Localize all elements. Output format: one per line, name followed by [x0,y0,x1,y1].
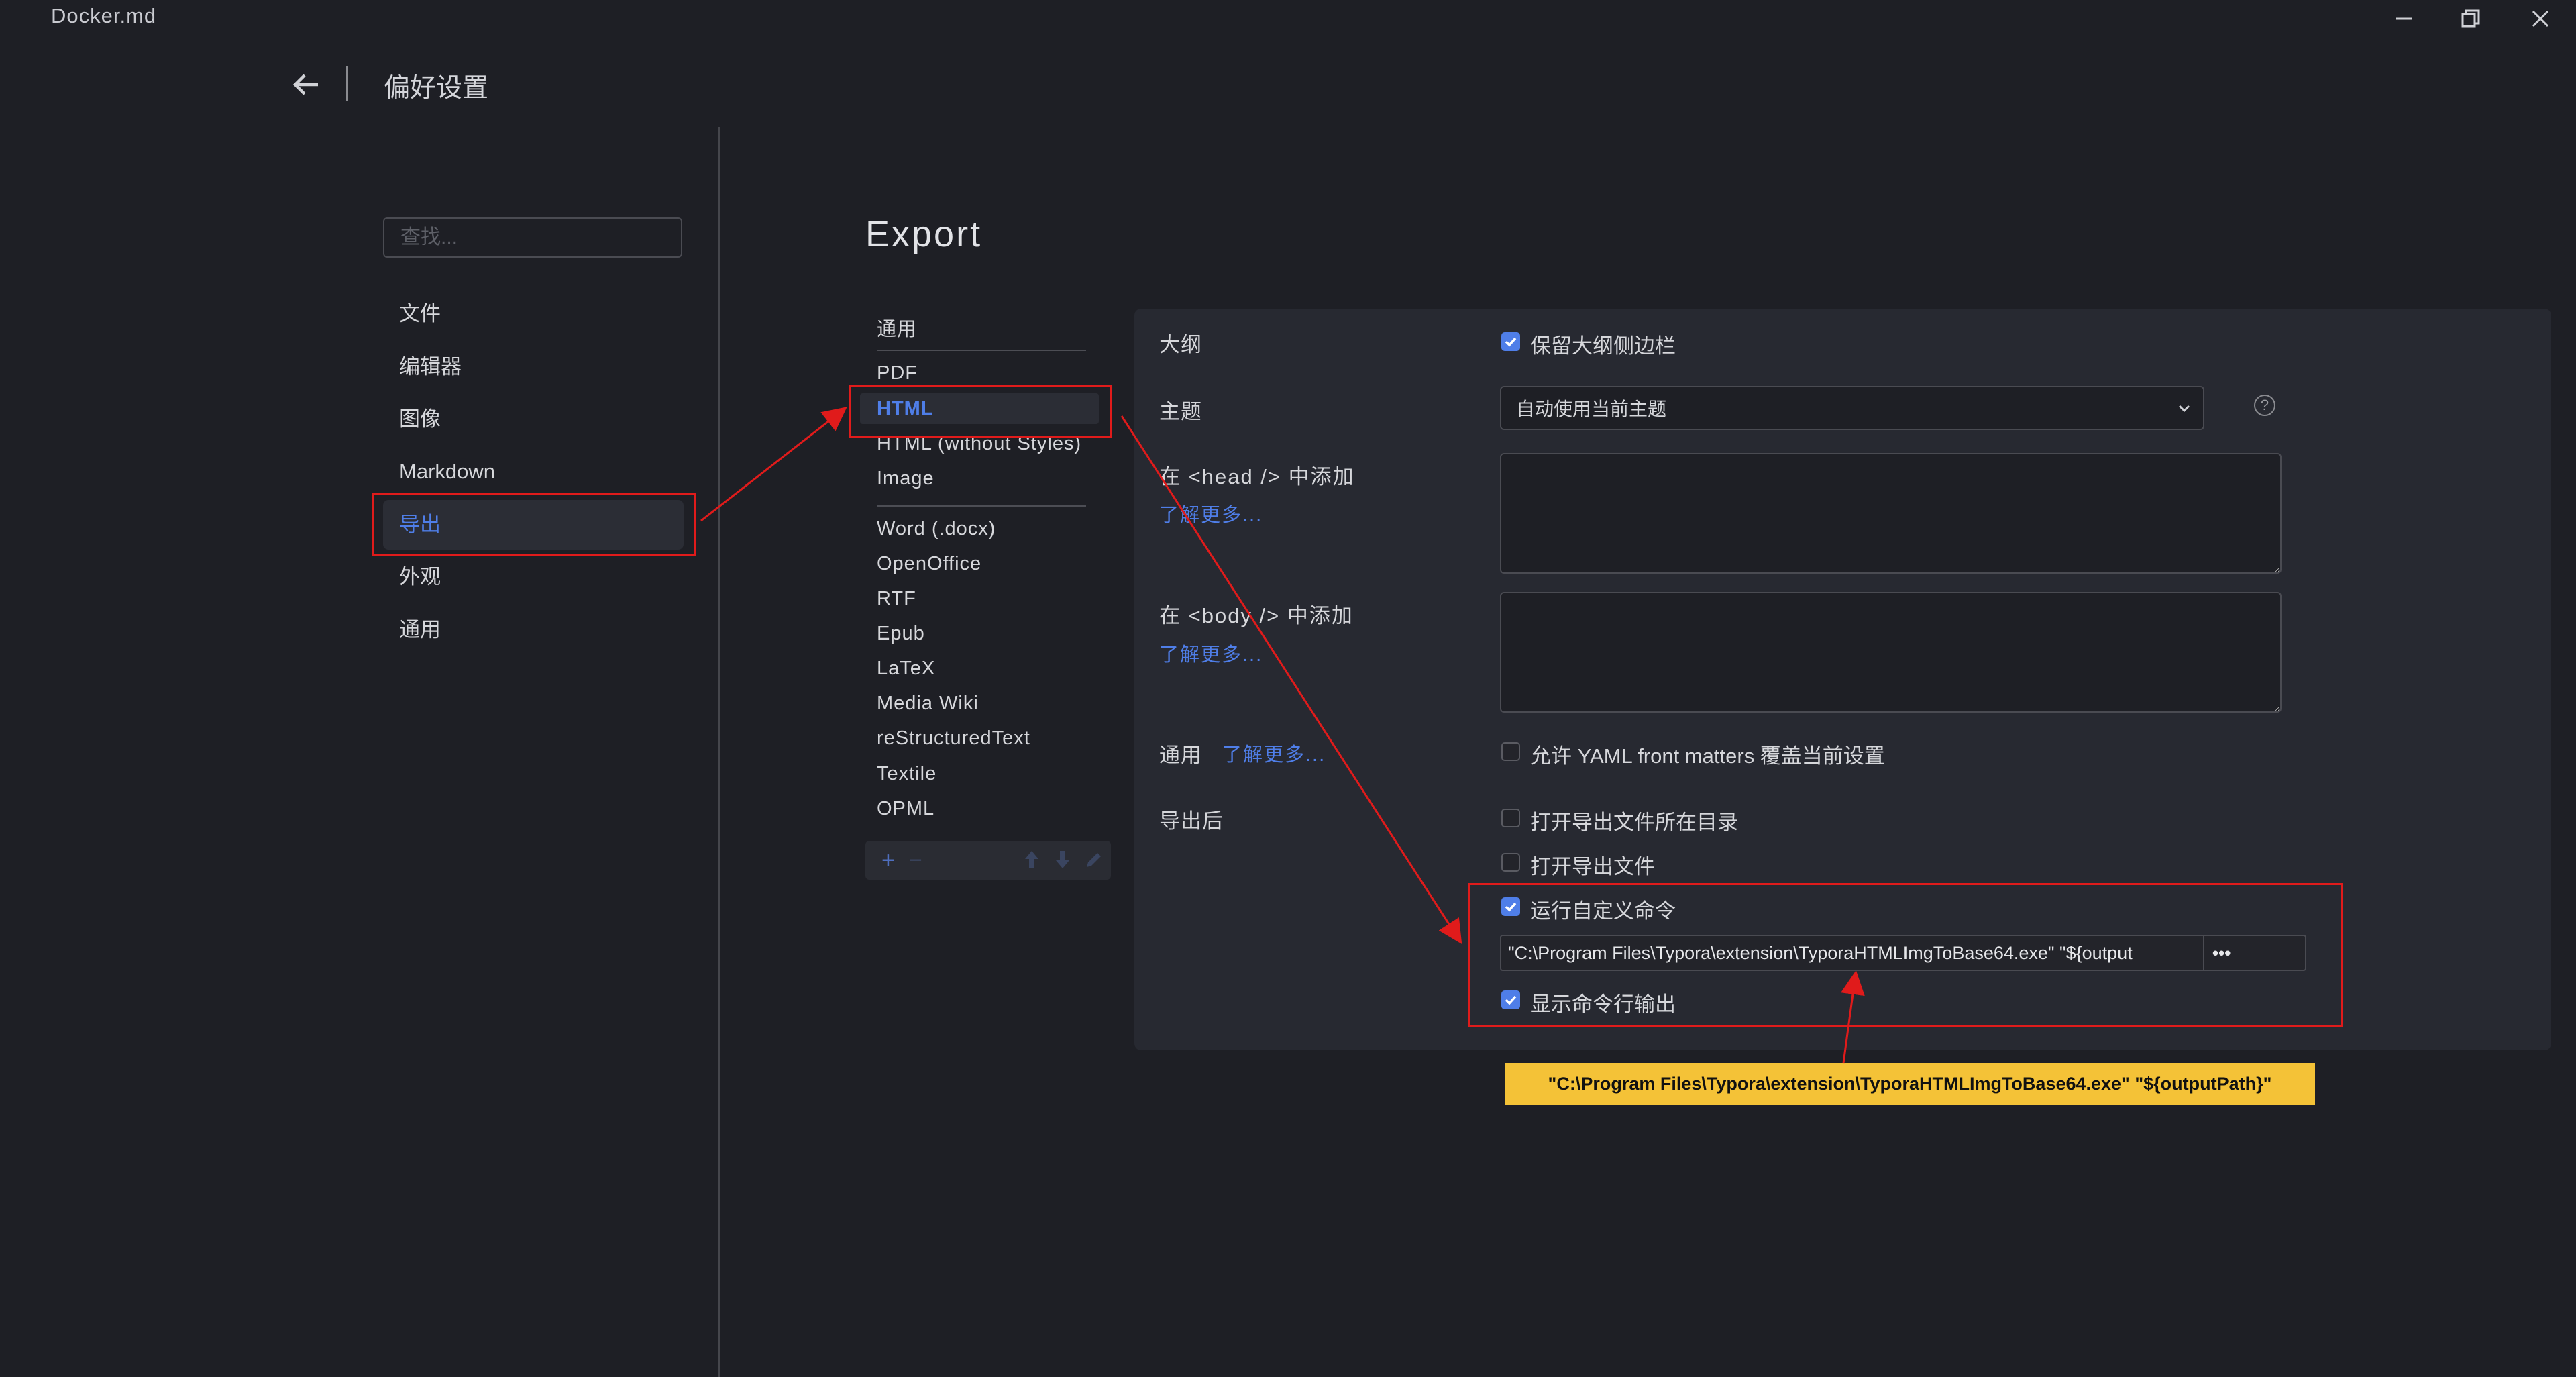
restore-icon [2461,9,2480,28]
format-item-pdf[interactable]: PDF [877,362,918,385]
format-item-image[interactable]: Image [877,468,934,490]
theme-select[interactable]: 自动使用当前主题 [1500,386,2204,430]
back-button[interactable] [287,66,325,103]
format-item-restructuredtext[interactable]: reStructuredText [877,727,1030,750]
add-format-button[interactable]: + [881,848,895,873]
sidebar-item-markdown[interactable]: Markdown [383,447,684,497]
annotation-box-html [849,385,1112,438]
move-down-button[interactable] [1055,850,1071,875]
close-button[interactable] [2510,0,2571,38]
theme-select-value: 自动使用当前主题 [1516,399,1667,419]
sidebar-item-image[interactable]: 图像 [383,395,684,444]
annotation-box-command [1468,883,2343,1027]
yaml-override-option: 允许 YAML front matters 覆盖当前设置 [1530,744,1885,768]
arrow-left-icon [292,74,318,95]
format-item-mediawiki[interactable]: Media Wiki [877,693,979,715]
arrow-down-icon [1056,851,1069,868]
move-up-button[interactable] [1024,850,1040,875]
restore-button[interactable] [2440,0,2501,38]
sidebar-item-appearance[interactable]: 外观 [383,552,684,602]
page-title: 偏好设置 [384,74,489,103]
general-label: 通用 [1159,744,1202,767]
checkmark-icon [1505,337,1517,347]
format-item-textile[interactable]: Textile [877,763,936,785]
format-item-openoffice[interactable]: OpenOffice [877,553,981,575]
minimize-icon [2396,17,2412,20]
after-export-label: 导出后 [1159,809,1224,833]
yaml-override-checkbox[interactable] [1501,742,1520,761]
body-insert-textarea[interactable] [1500,592,2282,713]
outline-label: 大纲 [1159,333,1202,356]
chevron-down-icon [2178,405,2190,413]
arrow-export-to-html [700,407,847,522]
body-insert-label: 在 <body /> 中添加 [1159,604,1354,627]
head-insert-label: 在 <head /> 中添加 [1159,465,1355,489]
theme-label: 主题 [1159,400,1202,423]
close-icon [2532,10,2549,28]
remove-format-button[interactable]: − [909,848,922,873]
sidebar-item-file[interactable]: 文件 [383,289,684,339]
outline-sidebar-checkbox[interactable] [1501,332,1520,351]
format-item-epub[interactable]: Epub [877,623,925,645]
format-toolbar [865,841,1111,880]
head-insert-textarea[interactable] [1500,453,2282,574]
open-file-checkbox[interactable] [1501,853,1520,872]
format-item-latex[interactable]: LaTeX [877,658,935,680]
general-learn-more-link[interactable]: 了解更多... [1222,739,1326,767]
open-file-option: 打开导出文件 [1530,855,1655,878]
open-dir-checkbox[interactable] [1501,809,1520,827]
format-item-word[interactable]: Word (.docx) [877,518,996,540]
sidebar-item-general[interactable]: 通用 [383,605,684,655]
body-learn-more-link[interactable]: 了解更多... [1159,639,1263,667]
header-divider [346,66,348,101]
format-divider [877,505,1086,507]
sidebar-divider [718,128,720,1377]
arrow-up-icon [1025,851,1038,868]
search-input[interactable] [383,217,682,258]
head-learn-more-link[interactable]: 了解更多... [1159,499,1263,527]
annotation-box-export [372,493,696,556]
minimize-button[interactable] [2373,0,2434,38]
section-title: Export [865,214,983,254]
format-item-general[interactable]: 通用 [877,313,917,342]
edit-format-button[interactable] [1084,850,1103,875]
sidebar-item-editor[interactable]: 编辑器 [383,342,684,392]
outline-sidebar-option: 保留大纲侧边栏 [1530,334,1676,358]
pencil-icon [1087,853,1101,867]
format-item-rtf[interactable]: RTF [877,588,916,610]
window-title: Docker.md [51,4,157,28]
format-divider [877,350,1086,351]
open-dir-option: 打开导出文件所在目录 [1530,811,1738,834]
format-item-opml[interactable]: OPML [877,798,934,820]
annotation-note: "C:\Program Files\Typora\extension\Typor… [1505,1063,2315,1105]
help-icon[interactable]: ? [2254,395,2275,416]
